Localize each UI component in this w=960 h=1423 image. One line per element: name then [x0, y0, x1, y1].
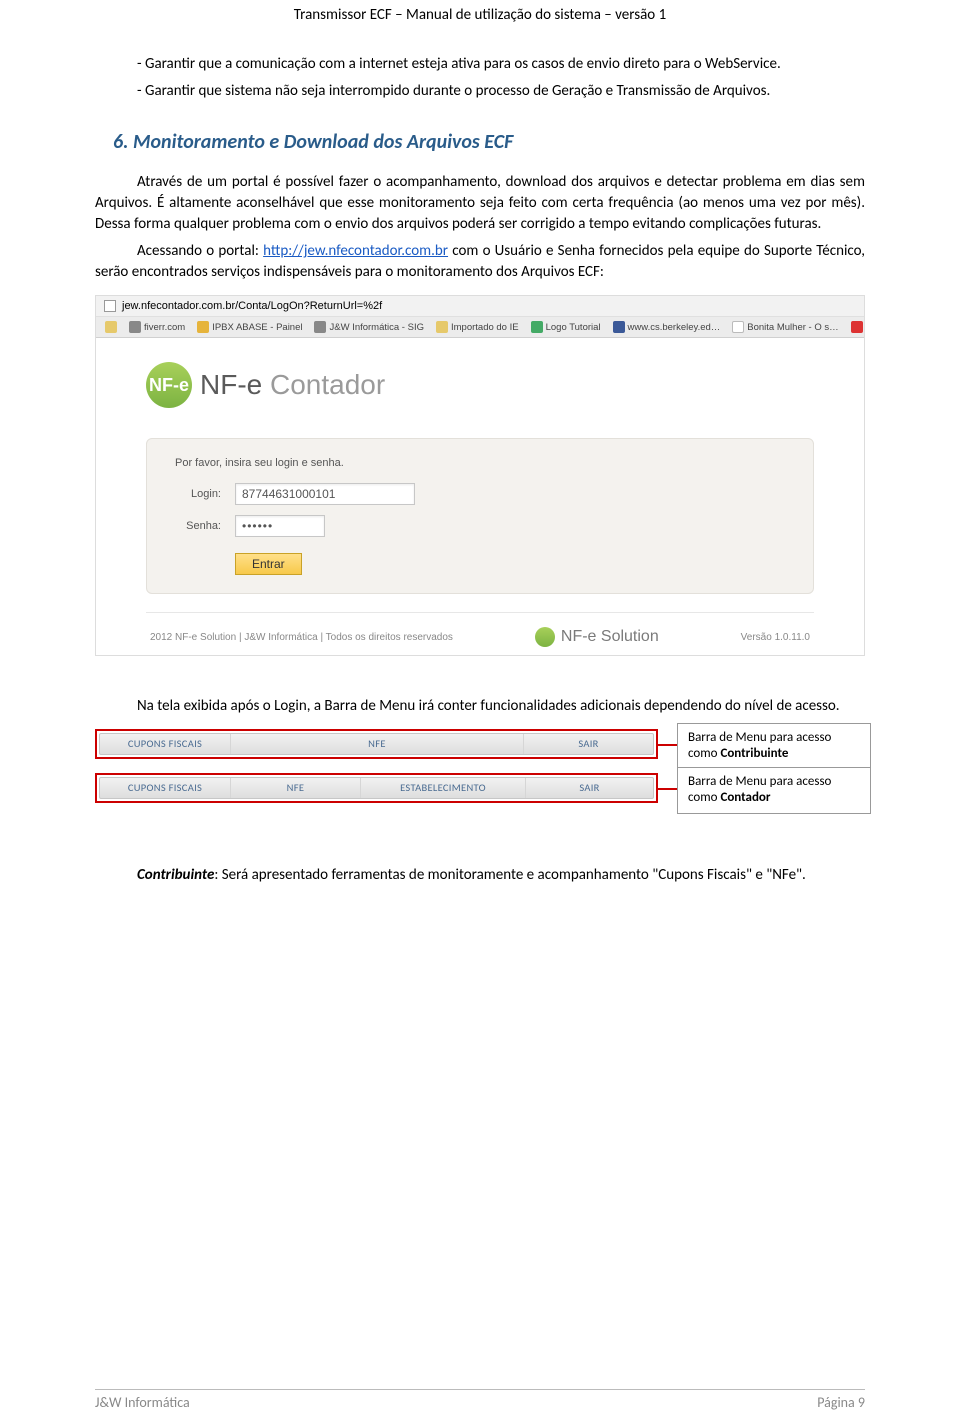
- nfe-contador-logo: NF-e NF-e Contador: [146, 362, 814, 408]
- connector-line: [657, 788, 677, 790]
- bookmark-icon: [129, 321, 141, 333]
- paragraph-1: Através de um portal é possível fazer o …: [95, 172, 865, 235]
- login-input[interactable]: 87744631000101: [235, 483, 415, 505]
- menu-item-nfe[interactable]: NFE: [230, 734, 523, 754]
- menu-item-sair[interactable]: SAIR: [525, 778, 653, 798]
- bookmark-icon: [197, 321, 209, 333]
- folder-icon: [105, 321, 117, 333]
- bullet-2: - Garantir que sistema não seja interrom…: [95, 81, 865, 102]
- paragraph-2: Acessando o portal: http://jew.nfecontad…: [95, 241, 865, 283]
- bookmark-item[interactable]: J&W Informática - SIG: [329, 322, 424, 333]
- menubar-contador: CUPONS FISCAIS NFE ESTABELECIMENTO SAIR: [99, 777, 654, 799]
- bullet-1: - Garantir que a comunicação com a inter…: [95, 54, 865, 75]
- entrar-button[interactable]: Entrar: [235, 553, 302, 575]
- section-heading: 6. Monitoramento e Download dos Arquivos…: [113, 130, 865, 154]
- menubar-contribuinte: CUPONS FISCAIS NFE SAIR: [99, 733, 654, 755]
- login-screenshot: jew.nfecontador.com.br/Conta/LogOn?Retur…: [95, 295, 865, 656]
- callout-contador: Barra de Menu para acesso como Contador: [677, 767, 871, 814]
- post-login-text: Na tela exibida após o Login, a Barra de…: [95, 696, 865, 717]
- nfe-solution-logo: NF-e Solution: [535, 627, 659, 647]
- para2-pre: Acessando o portal:: [137, 242, 263, 260]
- section-title: Monitoramento e Download dos Arquivos EC…: [133, 130, 513, 154]
- connector-line: [657, 744, 677, 746]
- bookmark-item[interactable]: IPBX ABASE - Painel: [212, 322, 302, 333]
- redbox-contador: CUPONS FISCAIS NFE ESTABELECIMENTO SAIR: [95, 773, 658, 803]
- nfe-logo-badge: NF-e: [146, 362, 192, 408]
- final-bold: Contribuinte: [137, 866, 214, 884]
- redbox-contribuinte: CUPONS FISCAIS NFE SAIR: [95, 729, 658, 759]
- footer-right: Página 9: [817, 1394, 865, 1411]
- senha-label: Senha:: [175, 520, 221, 532]
- footer-left: J&W Informática: [95, 1394, 190, 1411]
- menu-item-estab[interactable]: ESTABELECIMENTO: [360, 778, 525, 798]
- bookmark-item[interactable]: fiverr.com: [144, 322, 185, 333]
- section-number: 6.: [113, 130, 128, 154]
- folder-icon: [436, 321, 448, 333]
- bookmark-icon: [314, 321, 326, 333]
- login-panel: Por favor, insira seu login e senha. Log…: [146, 438, 814, 594]
- final-text: : Será apresentado ferramentas de monito…: [214, 866, 805, 884]
- bookmark-icon: [531, 321, 543, 333]
- url-text: jew.nfecontador.com.br/Conta/LogOn?Retur…: [122, 300, 382, 312]
- bookmark-item[interactable]: www.cs.berkeley.ed…: [628, 322, 721, 333]
- portal-link[interactable]: http://jew.nfecontador.com.br: [263, 242, 448, 260]
- nfe-dot-icon: [535, 627, 555, 647]
- menu-item-sair[interactable]: SAIR: [523, 734, 653, 754]
- login-label: Login:: [175, 488, 221, 500]
- menu-item-nfe[interactable]: NFE: [230, 778, 360, 798]
- menu-item-cupons[interactable]: CUPONS FISCAIS: [100, 734, 230, 754]
- menu-area: CUPONS FISCAIS NFE SAIR Barra de Menu pa…: [95, 729, 865, 817]
- login-instruction: Por favor, insira seu login e senha.: [175, 457, 785, 469]
- senha-input[interactable]: ••••••: [235, 515, 325, 537]
- bookmark-item[interactable]: Logo Tutorial: [546, 322, 601, 333]
- bookmark-icon: [732, 321, 744, 333]
- browser-address-bar: jew.nfecontador.com.br/Conta/LogOn?Retur…: [96, 296, 864, 317]
- bookmark-icon: [613, 321, 625, 333]
- bookmark-bar: fiverr.com IPBX ABASE - Painel J&W Infor…: [96, 317, 864, 338]
- page-footer: J&W Informática Página 9: [95, 1389, 865, 1411]
- page-icon: [104, 300, 116, 312]
- final-paragraph: Contribuinte: Será apresentado ferrament…: [95, 865, 865, 886]
- footer-copyright: 2012 NF-e Solution | J&W Informática | T…: [150, 632, 453, 643]
- bookmark-item[interactable]: Bonita Mulher - O s…: [747, 322, 838, 333]
- bookmark-icon: [851, 321, 863, 333]
- callout-contribuinte: Barra de Menu para acesso como Contribui…: [677, 723, 871, 770]
- menu-item-cupons[interactable]: CUPONS FISCAIS: [100, 778, 230, 798]
- bookmark-item[interactable]: Importado do IE: [451, 322, 519, 333]
- doc-header: Transmissor ECF – Manual de utilização d…: [95, 0, 865, 54]
- footer-version: Versão 1.0.11.0: [741, 632, 810, 643]
- nfe-logo-text: NF-e Contador: [200, 369, 385, 401]
